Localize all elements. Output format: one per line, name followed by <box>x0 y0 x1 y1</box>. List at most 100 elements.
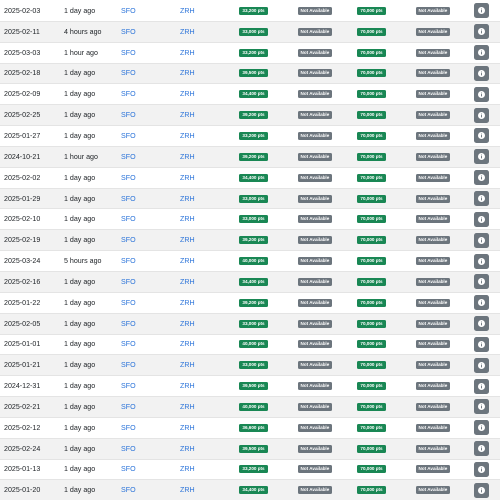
destination-link[interactable]: ZRH <box>180 43 195 63</box>
details-button[interactable] <box>474 107 489 123</box>
business-badge: 70,000 pts <box>357 444 386 453</box>
economy-cell: 36,600 pts <box>239 418 268 438</box>
destination-link[interactable]: ZRH <box>180 189 195 209</box>
origin-link[interactable]: SFO <box>121 209 136 229</box>
origin-link[interactable]: SFO <box>121 64 136 84</box>
origin-link[interactable]: SFO <box>121 272 136 292</box>
details-button[interactable] <box>474 441 489 457</box>
origin-link[interactable]: SFO <box>121 126 136 146</box>
business-cell: 70,000 pts <box>357 355 386 375</box>
destination-link[interactable]: ZRH <box>180 314 195 334</box>
origin-link[interactable]: SFO <box>121 355 136 375</box>
destination-link[interactable]: ZRH <box>180 397 195 417</box>
details-button[interactable] <box>474 128 489 144</box>
destination-link[interactable]: ZRH <box>180 168 195 188</box>
details-button[interactable] <box>474 378 489 394</box>
destination-link[interactable]: ZRH <box>180 147 195 167</box>
origin-link[interactable]: SFO <box>121 22 136 42</box>
details-button[interactable] <box>474 461 489 477</box>
origin-link[interactable]: SFO <box>121 335 136 355</box>
first-cell: Not Available <box>416 43 450 63</box>
destination-link[interactable]: ZRH <box>180 418 195 438</box>
details-button[interactable] <box>474 274 489 290</box>
details-button[interactable] <box>474 170 489 186</box>
origin-link[interactable]: SFO <box>121 1 136 21</box>
destination-link[interactable]: ZRH <box>180 230 195 250</box>
details-button[interactable] <box>474 211 489 227</box>
destination-link[interactable]: ZRH <box>180 293 195 313</box>
destination-link[interactable]: ZRH <box>180 1 195 21</box>
details-button[interactable] <box>474 316 489 332</box>
first-cell: Not Available <box>416 335 450 355</box>
premium-cell: Not Available <box>298 189 332 209</box>
origin-link[interactable]: SFO <box>121 105 136 125</box>
premium-cell: Not Available <box>298 209 332 229</box>
destination-link[interactable]: ZRH <box>180 480 195 500</box>
origin-link[interactable]: SFO <box>121 376 136 396</box>
info-circle-icon <box>478 445 485 453</box>
details-button[interactable] <box>474 24 489 40</box>
origin-link[interactable]: SFO <box>121 168 136 188</box>
table-row: 2025-02-24 1 day ago SFO ZRH 39,500 pts … <box>0 438 500 460</box>
premium-badge: Not Available <box>298 90 332 99</box>
destination-link[interactable]: ZRH <box>180 335 195 355</box>
details-button[interactable] <box>474 3 489 19</box>
destination-link[interactable]: ZRH <box>180 439 195 459</box>
economy-badge: 34,400 pts <box>239 277 268 286</box>
info-circle-icon <box>478 7 485 15</box>
details-button[interactable] <box>474 295 489 311</box>
info-circle-icon <box>478 236 485 244</box>
destination-link[interactable]: ZRH <box>180 209 195 229</box>
info-circle-icon <box>478 195 485 203</box>
origin-link[interactable]: SFO <box>121 460 136 480</box>
economy-badge: 33,200 pts <box>239 131 268 140</box>
destination-link[interactable]: ZRH <box>180 355 195 375</box>
details-button[interactable] <box>474 357 489 373</box>
details-button[interactable] <box>474 482 489 498</box>
destination-link[interactable]: ZRH <box>180 376 195 396</box>
origin-link[interactable]: SFO <box>121 147 136 167</box>
origin-link[interactable]: SFO <box>121 251 136 271</box>
details-button[interactable] <box>474 399 489 415</box>
origin-link[interactable]: SFO <box>121 230 136 250</box>
destination-link[interactable]: ZRH <box>180 460 195 480</box>
table-row: 2025-02-12 1 day ago SFO ZRH 36,600 pts … <box>0 417 500 439</box>
destination-link[interactable]: ZRH <box>180 84 195 104</box>
economy-cell: 33,000 pts <box>239 209 268 229</box>
details-cell <box>474 230 489 250</box>
destination-link[interactable]: ZRH <box>180 251 195 271</box>
origin-link[interactable]: SFO <box>121 314 136 334</box>
origin-link[interactable]: SFO <box>121 189 136 209</box>
origin-link[interactable]: SFO <box>121 84 136 104</box>
info-circle-icon <box>478 278 485 286</box>
first-cell: Not Available <box>416 1 450 21</box>
details-button[interactable] <box>474 65 489 81</box>
origin-link[interactable]: SFO <box>121 43 136 63</box>
details-cell <box>474 168 489 188</box>
details-button[interactable] <box>474 86 489 102</box>
origin-link[interactable]: SFO <box>121 439 136 459</box>
destination-link[interactable]: ZRH <box>180 22 195 42</box>
details-button[interactable] <box>474 420 489 436</box>
first-cell: Not Available <box>416 230 450 250</box>
premium-badge: Not Available <box>298 194 332 203</box>
details-button[interactable] <box>474 253 489 269</box>
table-row: 2025-02-19 1 day ago SFO ZRH 39,200 pts … <box>0 230 500 252</box>
destination-link[interactable]: ZRH <box>180 105 195 125</box>
origin-link[interactable]: SFO <box>121 397 136 417</box>
destination-link[interactable]: ZRH <box>180 64 195 84</box>
destination-link[interactable]: ZRH <box>180 272 195 292</box>
details-button[interactable] <box>474 191 489 207</box>
origin-link[interactable]: SFO <box>121 418 136 438</box>
details-button[interactable] <box>474 336 489 352</box>
origin-link[interactable]: SFO <box>121 293 136 313</box>
premium-cell: Not Available <box>298 293 332 313</box>
details-button[interactable] <box>474 45 489 61</box>
details-button[interactable] <box>474 149 489 165</box>
economy-cell: 39,500 pts <box>239 439 268 459</box>
details-button[interactable] <box>474 232 489 248</box>
origin-link[interactable]: SFO <box>121 480 136 500</box>
economy-cell: 40,000 pts <box>239 335 268 355</box>
destination-link[interactable]: ZRH <box>180 126 195 146</box>
premium-cell: Not Available <box>298 397 332 417</box>
